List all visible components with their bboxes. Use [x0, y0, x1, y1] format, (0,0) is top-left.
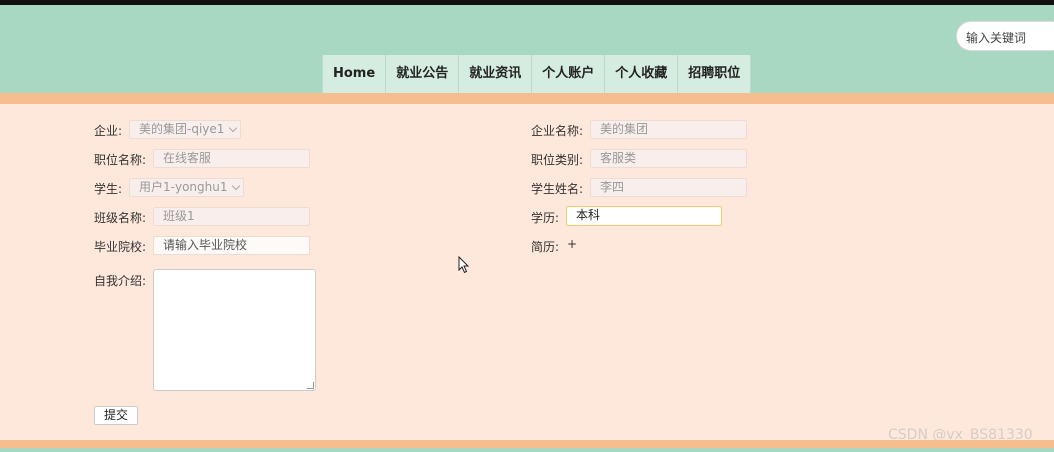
position-type-field[interactable]: 客服类: [590, 149, 747, 168]
position-name-label: 职位名称:: [94, 153, 147, 167]
nav-home[interactable]: Home: [322, 55, 387, 93]
enterprise-select[interactable]: 美的集团-qiye1: [129, 120, 242, 139]
nav-jobs[interactable]: 招聘职位: [678, 55, 752, 93]
position-name-field[interactable]: 在线客服: [153, 149, 310, 168]
student-value: 用户1-yonghu1: [139, 180, 228, 194]
nav-announcements[interactable]: 就业公告: [386, 55, 460, 93]
intro-label: 自我介绍:: [94, 274, 147, 288]
education-label: 学历:: [531, 211, 560, 225]
chevron-down-icon: [232, 181, 241, 191]
intro-textarea[interactable]: [153, 269, 316, 391]
student-label: 学生:: [94, 182, 123, 196]
school-label: 毕业院校:: [94, 240, 147, 254]
enterprise-label: 企业:: [94, 124, 123, 138]
mouse-pointer-icon: [458, 256, 470, 274]
student-select[interactable]: 用户1-yonghu1: [129, 178, 245, 197]
enterprise-value: 美的集团-qiye1: [139, 122, 225, 136]
student-name-field[interactable]: 李四: [590, 178, 747, 197]
nav-account[interactable]: 个人账户: [532, 55, 606, 93]
enterprise-name-label: 企业名称:: [531, 124, 584, 138]
student-name-label: 学生姓名:: [531, 182, 584, 196]
class-name-field[interactable]: 班级1: [153, 207, 310, 226]
footer-stripe: [0, 440, 1054, 448]
education-input[interactable]: 本科: [566, 206, 722, 226]
chevron-down-icon: [229, 123, 238, 133]
resume-label: 简历:: [531, 240, 560, 254]
footer-band: [0, 448, 1054, 452]
nav-favorites[interactable]: 个人收藏: [605, 55, 679, 93]
search-input[interactable]: 输入关键词: [956, 21, 1054, 51]
main-nav: Home 就业公告 就业资讯 个人账户 个人收藏 招聘职位: [322, 55, 752, 93]
enterprise-name-field[interactable]: 美的集团: [590, 120, 747, 139]
position-type-label: 职位类别:: [531, 153, 584, 167]
class-name-label: 班级名称:: [94, 211, 147, 225]
resize-handle-icon[interactable]: [307, 382, 314, 389]
school-input[interactable]: 请输入毕业院校: [153, 236, 310, 255]
resume-upload-plus-icon[interactable]: +: [567, 237, 577, 251]
nav-news[interactable]: 就业资讯: [459, 55, 533, 93]
submit-button[interactable]: 提交: [94, 406, 138, 425]
header-stripe: [0, 93, 1054, 104]
